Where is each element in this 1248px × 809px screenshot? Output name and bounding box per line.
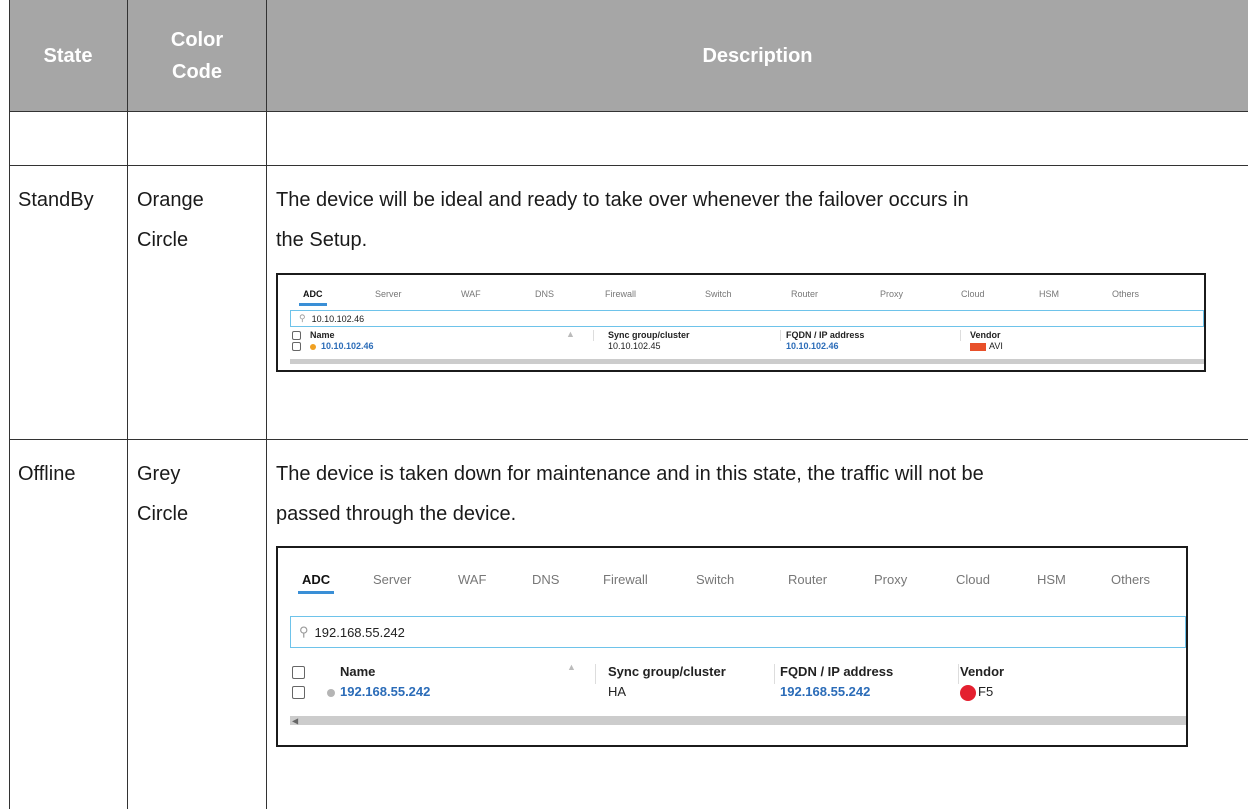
tab-dns[interactable]: DNS [532,572,559,587]
avi-logo-icon [970,342,986,351]
row-offline-color-line2: Circle [137,503,189,525]
col-sync-header[interactable]: Sync group/cluster [608,664,726,679]
vendor-name: F5 [978,684,994,699]
offline-device-screenshot: ADC Server WAF DNS Firewall Switch Route… [276,546,1188,747]
grid-header-row: Name ▲ Sync group/cluster FQDN / IP addr… [290,662,1186,684]
tab-adc[interactable]: ADC [299,289,326,306]
search-input[interactable]: ⚲ 192.168.55.242 [290,616,1186,648]
table-divider-2 [266,0,267,809]
col-separator [960,330,961,341]
device-fqdn[interactable]: 10.10.102.46 [786,341,839,351]
device-name-link[interactable]: 192.168.55.242 [340,684,430,699]
tab-server[interactable]: Server [373,572,411,587]
col-name-header[interactable]: Name [340,664,375,679]
col-fqdn-header[interactable]: FQDN / IP address [780,664,893,679]
row-standby-color-line2: Circle [137,229,189,251]
col-fqdn-header[interactable]: FQDN / IP address [786,330,864,340]
select-all-checkbox[interactable] [292,331,301,340]
table-row[interactable]: 192.168.55.242 HA 192.168.55.242 F5 [290,684,1186,704]
tab-hsm[interactable]: HSM [1039,289,1059,299]
select-all-checkbox[interactable] [292,666,305,679]
col-vendor-header[interactable]: Vendor [970,330,1001,340]
tab-router[interactable]: Router [791,289,818,299]
search-value: 10.10.102.46 [311,313,365,324]
device-grid: Name ▲ Sync group/cluster FQDN / IP addr… [290,329,1204,360]
col-separator [774,664,775,684]
tab-proxy[interactable]: Proxy [880,289,903,299]
tab-firewall[interactable]: Firewall [603,572,648,587]
horizontal-scrollbar[interactable] [290,359,1204,364]
horizontal-scrollbar[interactable]: ◀ [290,716,1186,725]
header-color-line2: Code [172,60,222,83]
tab-firewall[interactable]: Firewall [605,289,636,299]
tab-waf[interactable]: WAF [458,572,486,587]
table-divider-1 [127,0,128,809]
search-input[interactable]: ⚲ 10.10.102.46 [290,310,1204,327]
f5-logo-icon [960,684,976,701]
device-fqdn[interactable]: 192.168.55.242 [780,684,870,699]
tab-others[interactable]: Others [1112,289,1139,299]
col-separator [780,330,781,341]
header-state: State [43,44,93,67]
col-separator [958,664,959,684]
device-sync: HA [608,684,627,699]
device-name[interactable]: 192.168.55.242 [327,684,430,699]
row-offline-state: Offline [18,463,76,485]
device-sync: 10.10.102.45 [608,341,661,351]
tab-server[interactable]: Server [375,289,402,299]
row-standby-desc-line2: the Setup. [276,229,368,251]
tab-switch[interactable]: Switch [705,289,732,299]
header-description: Description [702,44,813,67]
tab-others[interactable]: Others [1111,572,1150,587]
row-standby-color-line1: Orange [137,189,204,211]
search-icon: ⚲ [299,624,309,639]
col-separator [595,664,596,684]
row-divider-2 [9,165,1248,166]
col-sync-header[interactable]: Sync group/cluster [608,330,690,340]
tab-hsm[interactable]: HSM [1037,572,1066,587]
table-row[interactable]: 10.10.102.46 10.10.102.45 10.10.102.46 A… [290,341,1204,353]
tab-switch[interactable]: Switch [696,572,734,587]
row-standby-state: StandBy [18,189,94,211]
grid-header-row: Name ▲ Sync group/cluster FQDN / IP addr… [290,329,1204,341]
header-color-code: Color Code [128,0,266,111]
row-standby-desc-line1: The device will be ideal and ready to ta… [276,189,969,211]
status-dot-icon [310,343,316,350]
status-dot-icon [327,688,335,697]
search-icon: ⚲ [299,313,306,323]
search-value: 192.168.55.242 [314,624,405,640]
standby-device-screenshot: ADC Server WAF DNS Firewall Switch Route… [276,273,1206,372]
tab-dns[interactable]: DNS [535,289,554,299]
col-separator [593,330,594,341]
row-checkbox[interactable] [292,686,305,699]
device-vendor: AVI [970,341,1003,351]
device-name[interactable]: 10.10.102.46 [310,341,374,351]
tab-proxy[interactable]: Proxy [874,572,907,587]
row-checkbox[interactable] [292,342,301,351]
col-vendor-header[interactable]: Vendor [960,664,1004,679]
vendor-name: AVI [989,341,1003,351]
table-border-left [9,0,10,809]
row-divider-3 [9,439,1248,440]
row-offline-color-line1: Grey [137,463,181,485]
device-vendor: F5 [960,684,993,701]
header-color-line1: Color [170,28,224,51]
arrow-left-icon[interactable]: ◀ [292,716,298,725]
device-name-link[interactable]: 10.10.102.46 [321,341,374,351]
sort-icon[interactable]: ▲ [566,329,575,339]
tab-cloud[interactable]: Cloud [956,572,990,587]
row-offline-desc-line2: passed through the device. [276,503,517,525]
col-name-header[interactable]: Name [310,330,335,340]
tab-router[interactable]: Router [788,572,827,587]
tab-cloud[interactable]: Cloud [961,289,985,299]
sort-icon[interactable]: ▲ [567,662,576,672]
row-divider-1 [9,111,1248,112]
tab-adc[interactable]: ADC [297,572,335,594]
tab-waf[interactable]: WAF [461,289,481,299]
row-offline-desc-line1: The device is taken down for maintenance… [276,463,984,485]
device-grid: Name ▲ Sync group/cluster FQDN / IP addr… [290,662,1186,710]
